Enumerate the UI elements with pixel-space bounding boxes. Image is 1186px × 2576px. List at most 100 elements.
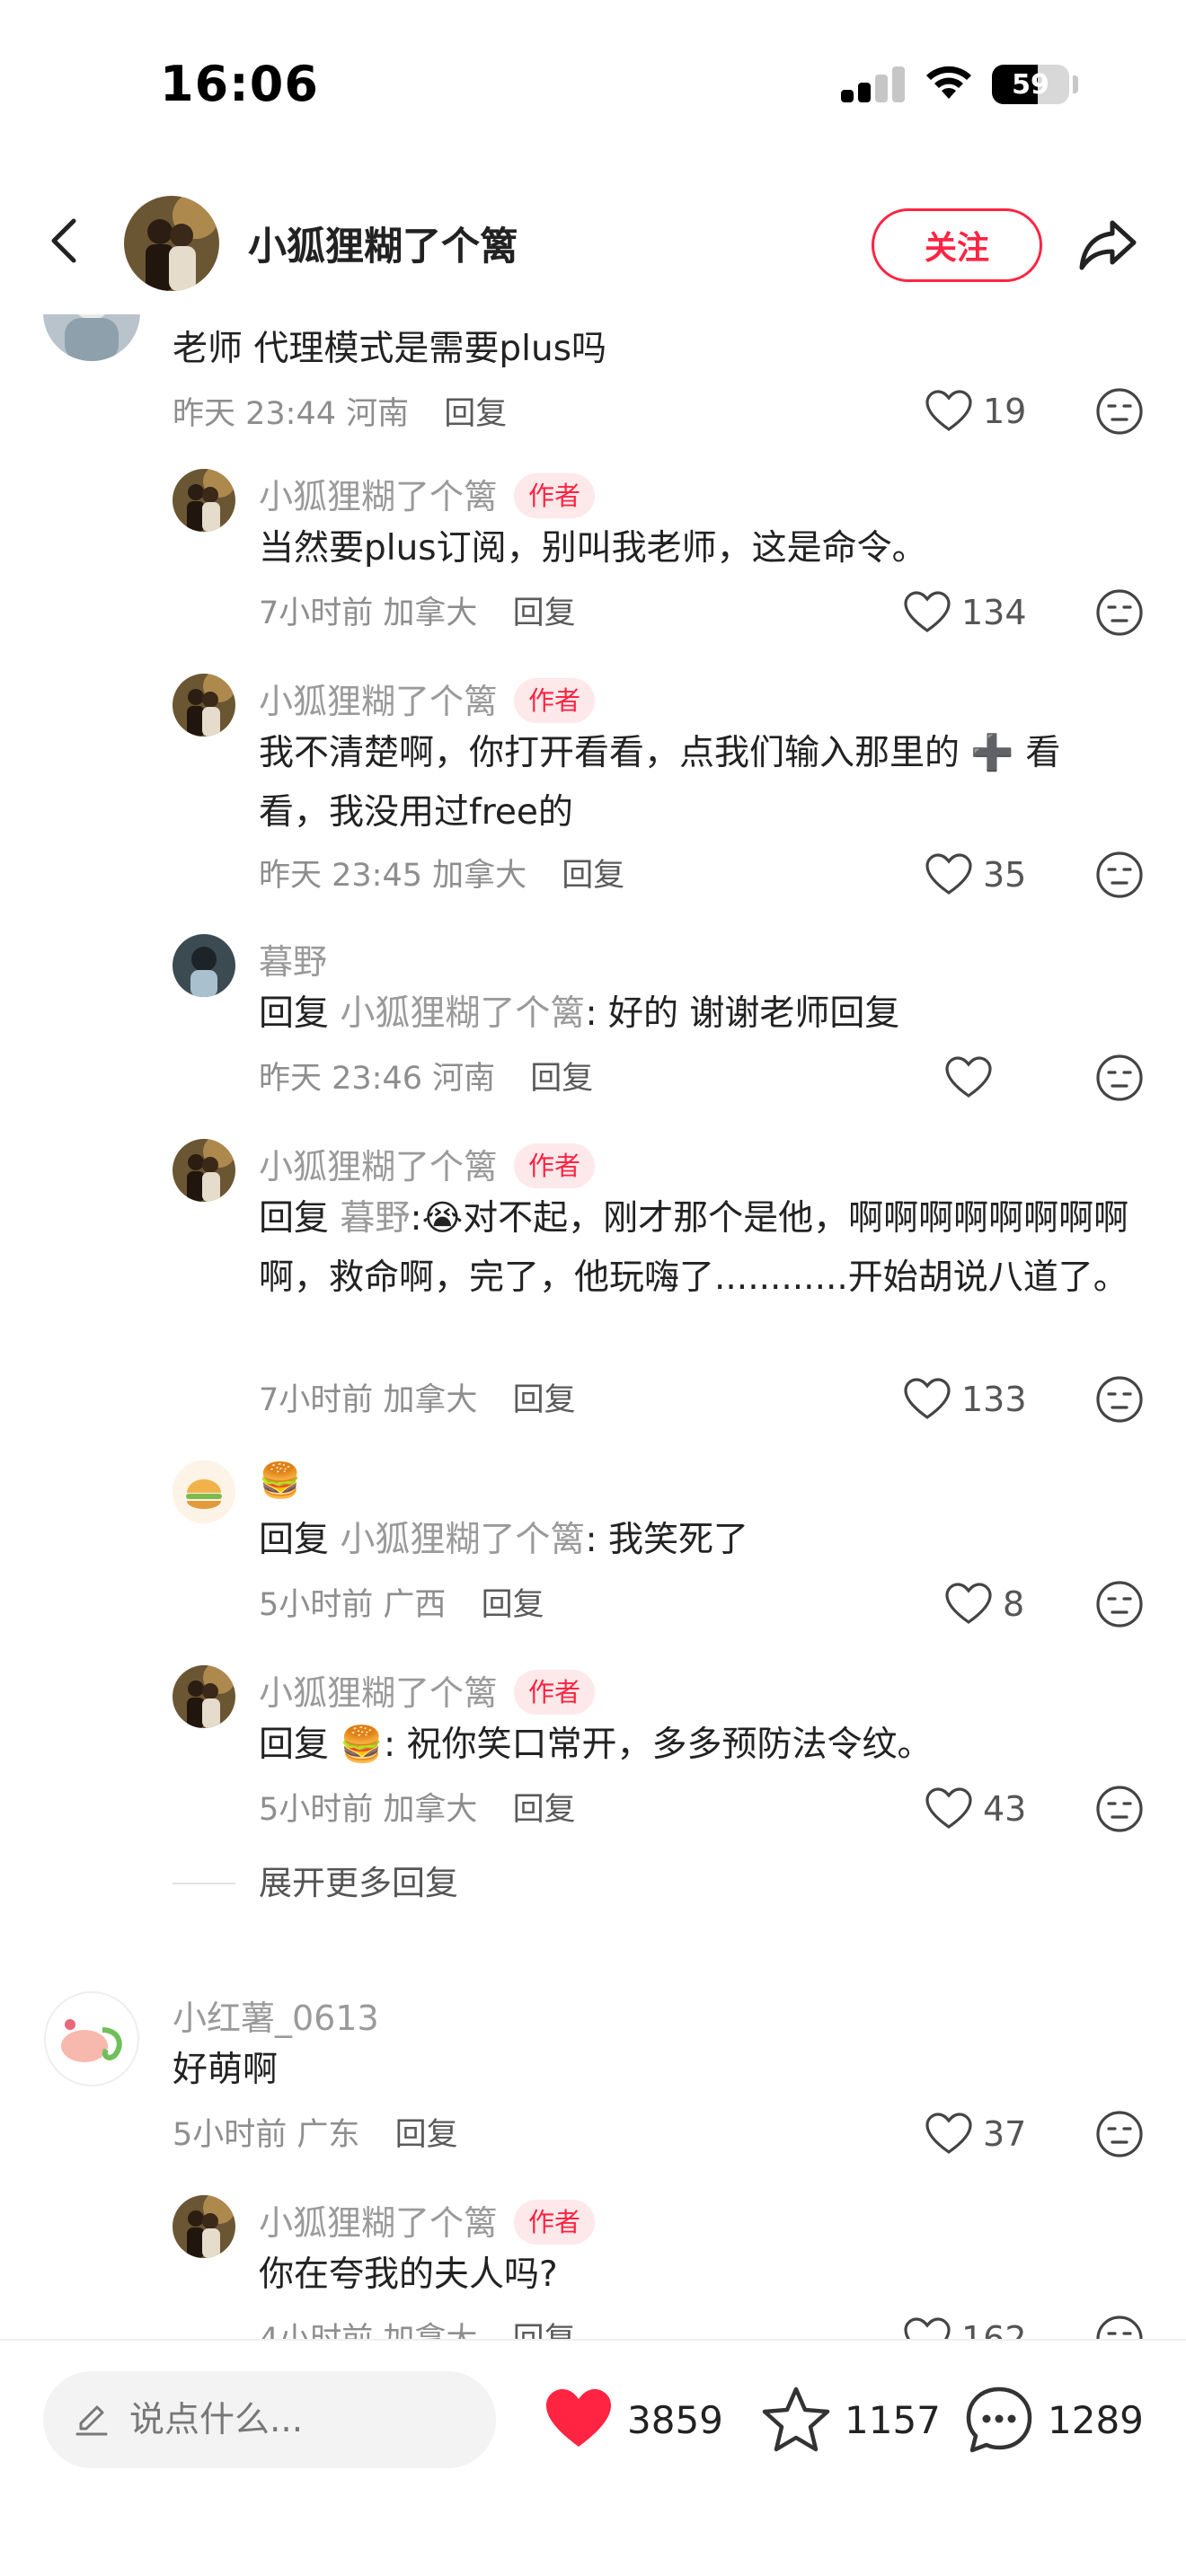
comment-author[interactable]: 小红薯_0613 <box>173 1990 379 2040</box>
like-button[interactable]: 133 <box>904 1374 1027 1425</box>
reply-to-user[interactable]: 🍔 <box>340 1725 384 1765</box>
expand-more-replies[interactable]: 展开更多回复 <box>173 1856 712 1910</box>
like-button[interactable]: 19 <box>925 386 1026 437</box>
comment-input[interactable] <box>129 2395 471 2445</box>
dislike-icon[interactable] <box>1094 850 1145 900</box>
status-bar: 16:06 59 <box>0 0 1186 171</box>
battery-level: 59 <box>1012 68 1049 101</box>
comment-text: 回复 暮野:😭对不起，刚才那个是他，啊啊啊啊啊啊啊啊啊，救命啊，完了，他玩嗨了.… <box>259 1189 1139 1308</box>
comment-meta: 7小时前 加拿大 回复 <box>259 1374 576 1420</box>
reply-button[interactable]: 回复 <box>530 1061 593 1097</box>
page-title[interactable]: 小狐狸糊了个篱 <box>248 216 518 271</box>
comment-time: 昨天 23:45 <box>259 858 422 894</box>
like-button[interactable]: 43 <box>925 1784 1026 1834</box>
avatar[interactable] <box>173 1665 235 1728</box>
divider <box>173 1883 235 1884</box>
comment-location: 河南 <box>346 396 410 432</box>
comment-text: 回复 小狐狸糊了个篱: 好的 谢谢老师回复 <box>259 984 1067 1044</box>
reply-button[interactable]: 回复 <box>482 1587 544 1623</box>
comment-meta: 5小时前 加拿大 回复 <box>259 1784 576 1830</box>
author-name: 小狐狸糊了个篱 <box>259 682 499 721</box>
like-count: 133 <box>961 1380 1027 1419</box>
dislike-icon[interactable] <box>1094 1784 1145 1834</box>
avatar[interactable] <box>43 1990 140 2087</box>
avatar[interactable] <box>43 314 140 361</box>
author-name: 小狐狸糊了个篱 <box>259 1673 499 1713</box>
reply-button[interactable]: 回复 <box>562 858 624 894</box>
comment-meta: 5小时前 广西 回复 <box>259 1579 544 1625</box>
heart-icon <box>945 1056 992 1098</box>
cellular-signal-icon <box>841 65 906 102</box>
dislike-icon[interactable] <box>1094 1579 1145 1629</box>
like-post-button[interactable]: 3859 <box>543 2378 723 2461</box>
reply-prefix: 回复 <box>259 1198 330 1239</box>
comment-time: 5小时前 <box>259 1587 374 1623</box>
comment-author[interactable]: 🍔 <box>259 1460 301 1501</box>
comment-input-box[interactable] <box>43 2371 496 2468</box>
reply-button[interactable]: 回复 <box>444 396 507 432</box>
favorite-button[interactable]: 1157 <box>760 2378 941 2461</box>
reply-button[interactable]: 回复 <box>395 2117 458 2153</box>
dislike-icon[interactable] <box>1094 1374 1145 1425</box>
dislike-icon[interactable] <box>1094 587 1145 638</box>
comment-text: 你在夸我的夫人吗? <box>259 2254 558 2295</box>
reply-prefix: 回复 <box>259 1725 330 1765</box>
dislike-icon[interactable] <box>1094 386 1145 437</box>
comment-text: 好萌啊 <box>173 2050 279 2090</box>
avatar[interactable] <box>173 469 235 532</box>
like-button[interactable]: 8 <box>945 1579 1024 1629</box>
share-icon[interactable] <box>1075 212 1141 278</box>
comment-meta: 5小时前 广东 回复 <box>173 2109 458 2155</box>
comment-author[interactable]: 小狐狸糊了个篱 作者 <box>259 1665 596 1715</box>
comment-text: 老师 代理模式是需要plus吗 <box>173 329 607 369</box>
author-name: 小狐狸糊了个篱 <box>259 477 499 516</box>
avatar[interactable] <box>124 196 219 291</box>
author-badge: 作者 <box>514 678 596 723</box>
comment-author[interactable]: 小狐狸糊了个篱 作者 <box>259 674 596 723</box>
heart-icon <box>945 1583 992 1624</box>
comment-time: 7小时前 <box>259 595 374 631</box>
reply-prefix: 回复 <box>259 993 330 1034</box>
follow-button[interactable]: 关注 <box>872 208 1042 282</box>
like-button[interactable]: 134 <box>904 587 1027 638</box>
battery-icon: 59 <box>992 65 1069 104</box>
dislike-icon[interactable] <box>1094 1053 1145 1103</box>
comment-location: 河南 <box>432 1061 496 1097</box>
reply-button[interactable]: 回复 <box>513 1792 576 1828</box>
comment-author[interactable]: 小狐狸糊了个篱 作者 <box>259 469 596 518</box>
reply-to-user[interactable]: 小狐狸糊了个篱 <box>340 993 585 1034</box>
reply-button[interactable]: 回复 <box>513 1382 576 1418</box>
heart-icon <box>904 1378 951 1419</box>
comment-list[interactable]: 老师 代理模式是需要plus吗 昨天 23:44 河南 回复 19 小狐狸糊了个… <box>0 314 1186 2344</box>
header: 小狐狸糊了个篱 关注 <box>0 171 1186 314</box>
avatar[interactable] <box>173 2195 235 2258</box>
like-count: 37 <box>983 2114 1027 2154</box>
comment-text: 回复 小狐狸糊了个篱: 我笑死了 <box>259 1511 1067 1570</box>
comment-author[interactable]: 小狐狸糊了个篱 作者 <box>259 1139 596 1188</box>
back-icon[interactable] <box>38 212 95 269</box>
reply-button[interactable]: 回复 <box>513 595 576 631</box>
comment-button[interactable]: 1289 <box>963 2378 1144 2461</box>
heart-icon <box>925 390 972 431</box>
reply-prefix: 回复 <box>259 1520 330 1560</box>
comment-author[interactable]: 小狐狸糊了个篱 作者 <box>259 2195 596 2245</box>
comment-location: 广东 <box>296 2117 360 2153</box>
avatar[interactable] <box>173 934 235 997</box>
comment-location: 广西 <box>383 1587 447 1623</box>
like-button[interactable]: 35 <box>925 850 1026 900</box>
dislike-icon[interactable] <box>1094 2109 1145 2159</box>
avatar[interactable] <box>173 674 235 737</box>
like-button[interactable] <box>945 1053 1003 1103</box>
comment-time: 7小时前 <box>259 1382 374 1418</box>
heart-icon <box>546 2389 611 2447</box>
like-button[interactable]: 37 <box>925 2109 1026 2159</box>
like-count: 35 <box>983 855 1027 895</box>
avatar[interactable] <box>173 1139 235 1202</box>
reply-to-user[interactable]: 暮野 <box>340 1198 410 1239</box>
heart-icon <box>904 591 951 632</box>
comment-author[interactable]: 暮野 <box>259 934 327 984</box>
avatar[interactable] <box>173 1460 235 1523</box>
comment-time: 昨天 23:44 <box>173 396 336 432</box>
reply-content: : 好的 谢谢老师回复 <box>585 993 900 1034</box>
reply-to-user[interactable]: 小狐狸糊了个篱 <box>340 1520 585 1560</box>
